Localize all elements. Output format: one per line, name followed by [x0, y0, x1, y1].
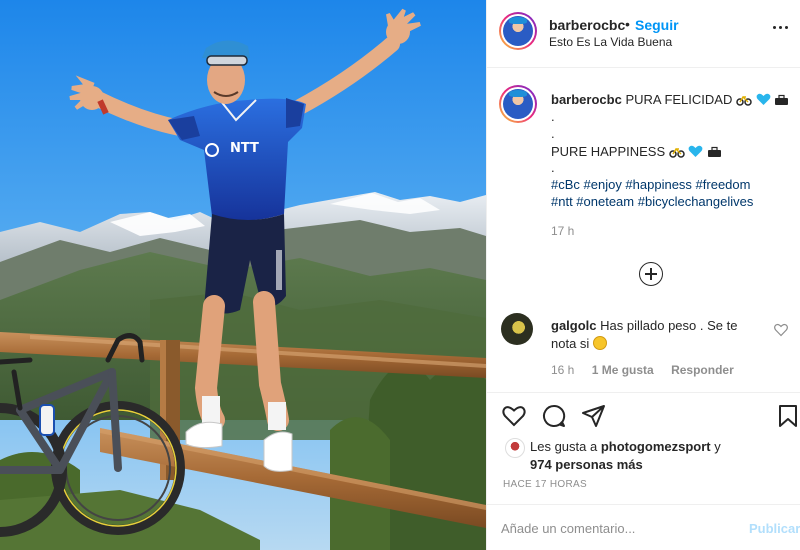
- cyclist-photo-illustration: NTT: [0, 0, 486, 550]
- likes-summary: Les gusta a photogomezsport y 974 person…: [530, 438, 780, 474]
- post-sidebar: barberocbc • Seguir Esto Es La Vida Buen…: [486, 0, 800, 550]
- post-actions: [487, 392, 800, 436]
- comment-input[interactable]: Añade un comentario...: [501, 521, 635, 536]
- comment-likes[interactable]: 1 Me gusta: [592, 363, 654, 377]
- caption-timestamp: 17 h: [551, 224, 575, 238]
- heart-icon[interactable]: [501, 403, 527, 429]
- caption-line-1: barberocbc PURA FELICIDAD: [551, 91, 789, 108]
- follow-button[interactable]: Seguir: [635, 17, 679, 33]
- caption-dot-3: .: [551, 160, 555, 175]
- load-more-comments-icon[interactable]: [639, 262, 663, 286]
- caption-line-2: PURE HAPPINESS: [551, 143, 722, 160]
- jersey-text: NTT: [230, 141, 259, 156]
- caption-text-1: PURA FELICIDAD: [625, 92, 733, 107]
- likes-prefix: Les gusta a: [530, 439, 598, 454]
- author-avatar[interactable]: [499, 12, 537, 50]
- briefcase-icon: [775, 94, 789, 105]
- post-photo[interactable]: NTT: [0, 0, 486, 550]
- caption-username[interactable]: barberocbc: [551, 92, 622, 107]
- briefcase-icon: [708, 146, 722, 157]
- blue-heart-icon: [689, 145, 703, 157]
- likes-user[interactable]: photogomezsport: [601, 439, 711, 454]
- reply-button[interactable]: Responder: [671, 363, 734, 377]
- caption-avatar[interactable]: [499, 85, 537, 123]
- hashtags-line-1[interactable]: #cBc #enjoy #happiness #freedom: [551, 176, 750, 193]
- comment-username[interactable]: galgolc: [551, 318, 597, 333]
- comment-text: galgolc Has pillado peso . Se te nota si: [551, 317, 757, 353]
- liker-avatar[interactable]: [505, 438, 525, 458]
- comment-meta: 16 h 1 Me gusta Responder: [551, 363, 748, 377]
- post-header: barberocbc • Seguir Esto Es La Vida Buen…: [487, 0, 800, 68]
- comment-like-heart-icon[interactable]: [774, 323, 788, 337]
- share-icon[interactable]: [581, 403, 607, 429]
- comment-time: 16 h: [551, 363, 575, 377]
- publish-button[interactable]: Publicar: [749, 521, 800, 536]
- likes-connector: y: [714, 439, 721, 454]
- caption-dot-1: .: [551, 109, 555, 124]
- more-options-icon[interactable]: [771, 20, 791, 34]
- comment-icon[interactable]: [541, 403, 567, 429]
- post-age[interactable]: HACE 17 HORAS: [503, 479, 587, 490]
- hashtags-line-2[interactable]: #ntt #oneteam #bicyclechangelives: [551, 193, 753, 210]
- smiling-face-icon: [592, 336, 607, 350]
- blue-heart-icon: [756, 93, 770, 105]
- bicycle-icon: [736, 95, 752, 106]
- comment-composer: Añade un comentario... Publicar: [487, 504, 800, 550]
- author-username[interactable]: barberocbc: [549, 17, 625, 33]
- bicycle-icon: [669, 147, 685, 158]
- bookmark-icon[interactable]: [775, 403, 800, 429]
- caption-dot-2: .: [551, 126, 555, 141]
- post-location[interactable]: Esto Es La Vida Buena: [549, 35, 672, 49]
- commenter-avatar[interactable]: [501, 313, 533, 345]
- likes-others[interactable]: 974 personas más: [530, 457, 643, 472]
- separator-dot: •: [625, 16, 630, 32]
- caption-text-2: PURE HAPPINESS: [551, 144, 666, 159]
